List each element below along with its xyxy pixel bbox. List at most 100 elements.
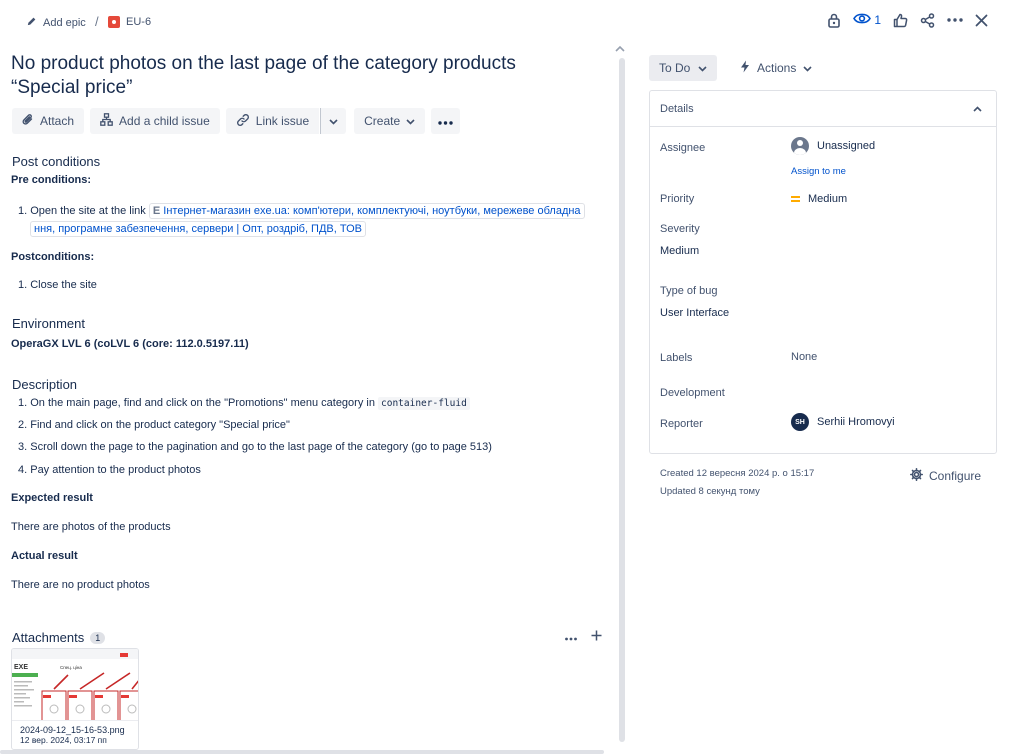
attachment-file-date: 12 вер. 2024, 03:17 пп: [20, 735, 107, 745]
vertical-scrollbar[interactable]: [619, 58, 625, 742]
lightning-icon: [740, 60, 750, 76]
link-icon: [236, 113, 250, 130]
add-child-label: Add a child issue: [119, 114, 210, 128]
more-options-icon[interactable]: [565, 628, 577, 644]
reporter-field[interactable]: SH Serhii Hromovyi: [791, 413, 895, 431]
add-epic-breadcrumb[interactable]: Add epic: [26, 16, 86, 30]
configure-label: Configure: [929, 469, 982, 483]
details-header[interactable]: Details: [650, 91, 996, 127]
thumbs-up-icon[interactable]: [893, 13, 908, 28]
description-step-1: 1. On the main page, find and click on t…: [18, 397, 470, 410]
more-toolbar-button[interactable]: [431, 108, 461, 134]
status-dropdown[interactable]: To Do: [649, 55, 718, 81]
attachment-card[interactable]: EXE Спец. ціна 2024-09-12_15-16-53.png 1…: [11, 648, 139, 750]
pre-conditions-label: Pre conditions:: [11, 174, 92, 186]
eye-icon: [853, 12, 872, 28]
bug-icon: [108, 16, 120, 28]
lock-icon[interactable]: [827, 13, 841, 28]
priority-medium-icon: [791, 196, 800, 202]
link-issue-label: Link issue: [255, 114, 310, 128]
attachments-heading: Attachments: [12, 630, 85, 645]
breadcrumb-separator: /: [95, 14, 99, 29]
attachments-header: Attachments 1: [12, 630, 106, 645]
description-heading: Description: [12, 377, 78, 392]
unassigned-avatar-icon: [791, 137, 809, 155]
step-1-text: 1. On the main page, find and click on t…: [18, 397, 375, 409]
issue-sidebar: To Do Actions Details Assignee Unassigne…: [648, 44, 998, 756]
labels-label: Labels: [660, 352, 693, 364]
type-of-bug-value[interactable]: User Interface: [660, 307, 729, 319]
postcondition-item: 1. Close the site: [18, 279, 97, 291]
type-of-bug-label: Type of bug: [660, 285, 718, 297]
assignee-field[interactable]: Unassigned: [791, 137, 875, 155]
more-options-icon: [438, 114, 453, 128]
horizontal-scrollbar[interactable]: [0, 750, 604, 754]
scroll-up-icon[interactable]: [615, 44, 625, 55]
site-link-continuation[interactable]: ння, програмне забезпечення, сервери | О…: [30, 220, 366, 239]
actual-result-label: Actual result: [11, 550, 78, 562]
expected-result-text: There are photos of the products: [11, 521, 171, 533]
inline-code: container-fluid: [378, 397, 470, 410]
pre-condition-text: 1. Open the site at the link: [18, 205, 146, 217]
issue-toolbar: Attach Add a child issue Link issue Crea…: [12, 108, 461, 134]
assignee-label: Assignee: [660, 142, 706, 154]
paperclip-icon: [22, 113, 34, 129]
link-favicon-icon: Е: [152, 205, 164, 217]
link-issue-button[interactable]: Link issue: [225, 108, 320, 134]
labels-value[interactable]: None: [791, 351, 817, 363]
hierarchy-icon: [100, 113, 113, 129]
gear-icon: [910, 468, 923, 484]
watch-button[interactable]: 1: [853, 12, 881, 28]
configure-button[interactable]: Configure: [910, 468, 981, 484]
severity-value[interactable]: Medium: [660, 245, 699, 257]
details-heading: Details: [660, 102, 694, 115]
add-epic-label: Add epic: [43, 17, 86, 29]
description-step-2: 2. Find and click on the product categor…: [18, 419, 290, 431]
actions-label: Actions: [757, 61, 797, 75]
add-attachment-icon[interactable]: [591, 628, 602, 644]
attachments-count: 1: [90, 631, 106, 644]
watchers-count: 1: [874, 13, 881, 27]
attach-label: Attach: [40, 114, 75, 128]
chevron-down-icon: [803, 61, 812, 75]
priority-label: Priority: [660, 193, 695, 205]
reporter-avatar: SH: [791, 413, 809, 431]
attachment-thumbnail: EXE Спец. ціна: [12, 649, 138, 721]
chevron-down-icon: [329, 114, 338, 128]
created-timestamp: Created 12 вересня 2024 р. о 15:17: [660, 468, 815, 479]
link-issue-split-button: Link issue: [225, 108, 347, 134]
header-actions: 1: [827, 12, 988, 28]
site-link[interactable]: Е Інтернет-магазин exe.ua: комп'ютери, к…: [148, 203, 585, 219]
reporter-name: Serhii Hromovyi: [817, 416, 895, 428]
actions-dropdown[interactable]: Actions: [732, 55, 820, 81]
reporter-label: Reporter: [660, 418, 703, 430]
priority-field[interactable]: Medium: [791, 193, 847, 205]
attachments-actions: [565, 628, 602, 644]
site-link-text-2: ння, програмне забезпечення, сервери | О…: [30, 221, 366, 237]
share-icon[interactable]: [920, 12, 935, 28]
create-button[interactable]: Create: [354, 108, 426, 134]
add-child-issue-button[interactable]: Add a child issue: [90, 108, 220, 134]
attach-button[interactable]: Attach: [12, 108, 85, 134]
thumb-logo: EXE: [14, 664, 28, 671]
thumb-page-title: Спец. ціна: [60, 665, 82, 670]
post-conditions-heading: Post conditions: [12, 154, 101, 169]
issue-title[interactable]: No product photos on the last page of th…: [11, 52, 571, 100]
more-options-icon[interactable]: [947, 18, 963, 22]
description-step-3: 3. Scroll down the page to the paginatio…: [18, 441, 492, 453]
chevron-down-icon: [698, 61, 707, 75]
expected-result-label: Expected result: [11, 492, 93, 504]
assign-to-me-link[interactable]: Assign to me: [791, 166, 846, 177]
link-issue-dropdown[interactable]: [320, 108, 347, 134]
close-icon[interactable]: [975, 14, 988, 27]
postconditions-label: Postconditions:: [11, 251, 95, 263]
pre-condition-item: 1. Open the site at the link Е Інтернет-…: [18, 201, 603, 221]
details-panel: Details Assignee Unassigned Assign to me…: [649, 90, 997, 454]
issue-top-bar: Add epic / EU-6 1: [0, 0, 1010, 44]
status-label: To Do: [659, 61, 691, 75]
pencil-icon: [26, 16, 37, 30]
environment-value: OperaGX LVL 6 (coLVL 6 (core: 112.0.5197…: [11, 338, 249, 350]
description-step-4: 4. Pay attention to the product photos: [18, 464, 201, 476]
issue-main-content: No product photos on the last page of th…: [0, 44, 615, 756]
issue-key-breadcrumb[interactable]: EU-6: [108, 16, 151, 28]
